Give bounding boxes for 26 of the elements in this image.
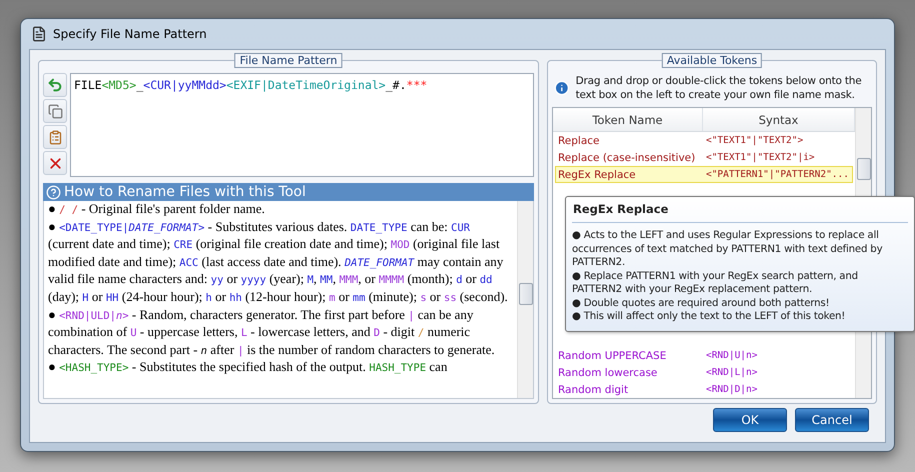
tooltip-title: RegEx Replace (572, 202, 908, 223)
token-name: Replace (case-insensitive) (556, 152, 696, 164)
tooltip-text: ● Replace PATTERN1 with your RegEx search pattern, and PATTERN2 with your RegEx replacement pattern. (572, 270, 859, 296)
token-name: Random lowercase (556, 366, 658, 378)
token-syntax: <"TEXT1"|"TEXT2"> (706, 135, 804, 146)
info-text: Drag and drop or double-click the tokens below onto the text box on the left to create your own file name mask. (576, 74, 862, 102)
tooltip-text: ● Acts to the LEFT and uses Regular Expressions to replace all occurrences of text matched by PATTERN1 with text defined by PATTERN2. (572, 229, 884, 270)
token-name: Random digit (556, 384, 630, 396)
help-paragraph: ● <HASH_TYPE> - Substitutes the specified hash of the output. HASH_TYPE can (48, 359, 448, 376)
token-syntax: <"PATTERN1"|"PATTERN2"... (706, 169, 850, 180)
group-title: Available Tokens (662, 53, 762, 68)
tooltip-text: ● Double quotes are required around both patterns! (572, 296, 830, 310)
help-paragraph: ● / / - Original file's parent folder name. (48, 201, 266, 218)
token-name: Random UPPERCASE (556, 350, 668, 362)
help-paragraph: ● <DATE_TYPE|DATE_FORMAT> - Substitutes various dates. DATE_TYPE can be: CUR (current date and time); CRE (original file creation date and time); MOD (original file last modified date and time); ACC (last access date and time). DATE_FORMAT may contain any valid file name characters and: yy or yyyy (year); M, MM, MMM, or MMMM (month); d or dd (day); H or HH (24-hour hour); h or hh (12-hour hour); m or mm (minute); s or ss (second). (48, 218, 509, 306)
help-paragraph: ● <RND|ULD|n> - Random, characters generator. The first part before | can be any combination of U - uppercase letters, L - lowercase letters, and D - digit / numeric characters. The second part - n after | is the number of random characters to generate. (48, 306, 496, 359)
token-syntax: <RND|U|n> (706, 350, 758, 361)
token-name: Replace (556, 134, 601, 146)
token-syntax: <"TEXT1"|"TEXT2"|i> (706, 152, 816, 163)
token-syntax: <RND|L|n> (706, 367, 758, 378)
help-title: How to Rename Files with this Tool (64, 184, 306, 200)
token-name: RegEx Replace (556, 168, 637, 180)
window-title: Specify File Name Pattern (53, 27, 207, 41)
token-syntax: <RND|D|n> (706, 384, 758, 395)
tooltip-text: ● This will affect only the text to the LEFT of this token! (572, 310, 846, 324)
group-title: File Name Pattern (234, 53, 342, 68)
